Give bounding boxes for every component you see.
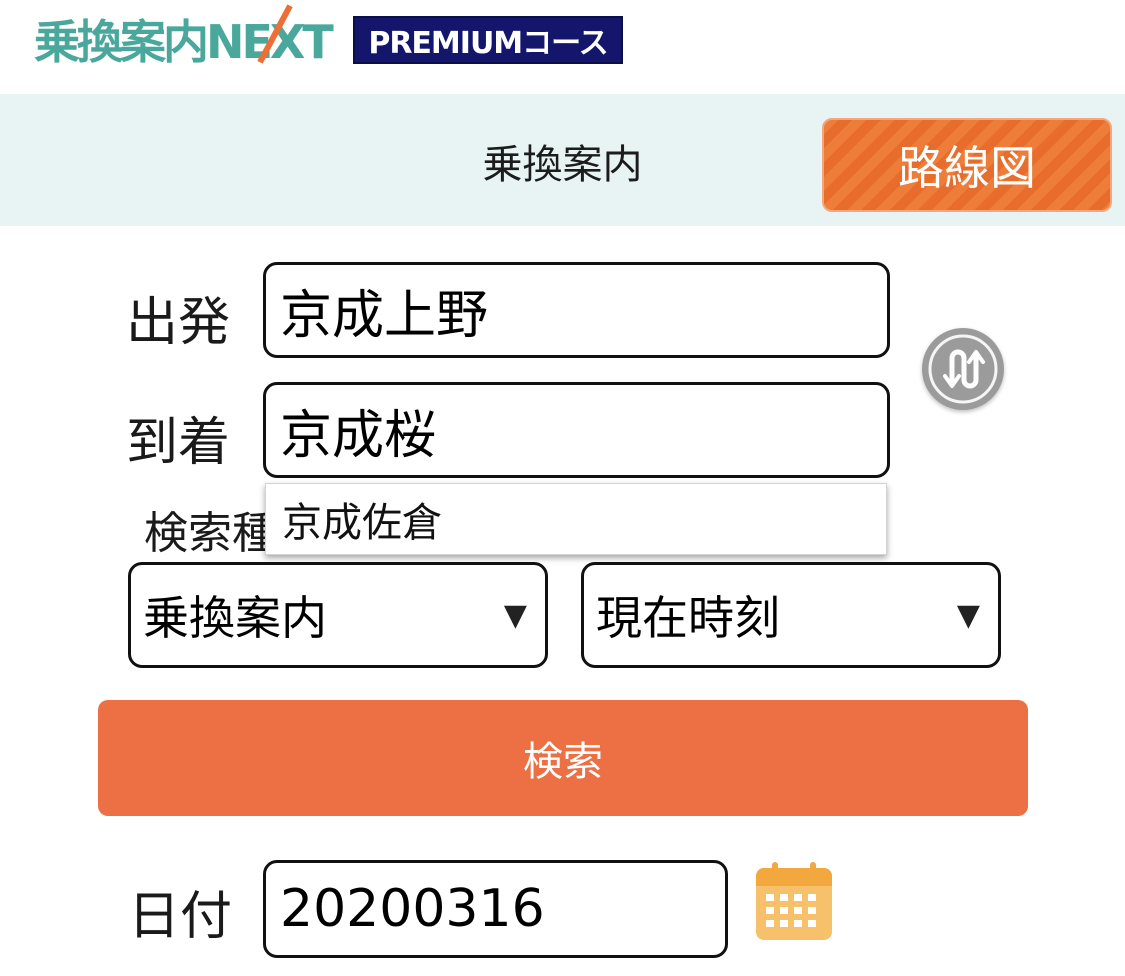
time-select-value: 現在時刻	[596, 591, 780, 645]
app-logo: 乗換案内NEXT	[34, 12, 334, 72]
time-select[interactable]: 現在時刻 ▼	[581, 562, 1001, 668]
logo-text: 乗換案内NEXT	[34, 15, 334, 69]
autocomplete-suggestion[interactable]: 京成佐倉	[265, 483, 887, 555]
search-type-select[interactable]: 乗換案内 ▼	[128, 562, 548, 668]
suggestion-text: 京成佐倉	[282, 500, 442, 546]
search-button-label: 検索	[523, 739, 603, 785]
arrival-input-value: 京成桜	[280, 405, 437, 466]
departure-label: 出発	[126, 293, 231, 353]
search-type-select-value: 乗換案内	[143, 591, 327, 645]
search-type-label: 検索種	[144, 508, 276, 559]
dropdown-arrow-icon: ▼	[503, 597, 527, 633]
title-bar: 乗換案内 路線図	[0, 94, 1125, 226]
arrival-label: 到着	[126, 413, 231, 473]
arrival-input[interactable]: 京成桜	[263, 382, 890, 478]
dropdown-arrow-icon: ▼	[956, 597, 980, 633]
route-map-button-label: 路線図	[898, 141, 1036, 195]
search-button[interactable]: 検索	[98, 700, 1028, 816]
date-input-value: 20200316	[280, 879, 545, 939]
premium-badge-label: PREMIUMコース	[368, 26, 608, 61]
calendar-glyph-icon	[756, 862, 832, 940]
calendar-icon[interactable]	[754, 862, 834, 942]
route-map-button[interactable]: 路線図	[822, 118, 1112, 212]
swap-icon[interactable]	[922, 328, 1004, 410]
date-input[interactable]: 20200316	[263, 860, 728, 958]
date-label: 日付	[128, 887, 233, 947]
departure-input[interactable]: 京成上野	[263, 262, 890, 358]
departure-input-value: 京成上野	[280, 285, 489, 346]
premium-badge: PREMIUMコース	[353, 16, 623, 64]
swap-arrows-icon	[928, 334, 998, 404]
